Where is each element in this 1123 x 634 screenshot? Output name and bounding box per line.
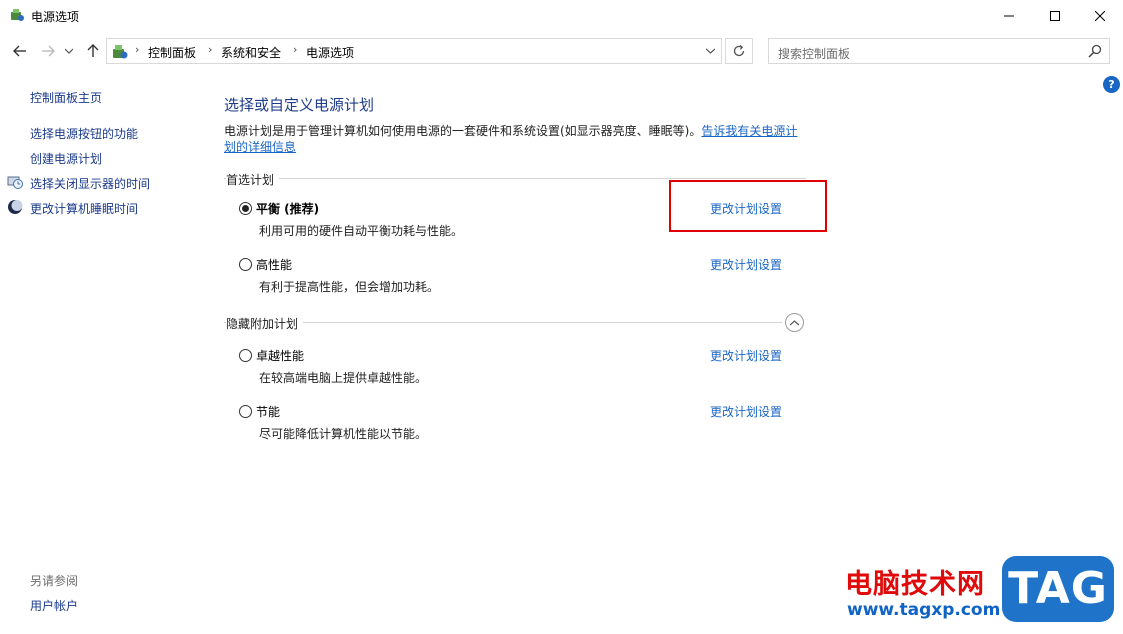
group-divider xyxy=(224,322,782,323)
back-button[interactable] xyxy=(10,41,30,61)
change-plan-settings-link[interactable]: 更改计划设置 xyxy=(710,403,782,420)
search-box[interactable]: 搜索控制面板 xyxy=(768,38,1110,64)
power-options-icon xyxy=(11,9,24,21)
minimize-icon xyxy=(1004,15,1014,16)
breadcrumb-separator-icon: › xyxy=(135,43,140,56)
address-dropdown-button[interactable] xyxy=(699,40,721,62)
plan-power-saver: 节能 尽可能降低计算机性能以节能。 更改计划设置 xyxy=(239,401,814,441)
breadcrumb-separator-icon: › xyxy=(293,43,298,56)
minimize-button[interactable] xyxy=(986,0,1032,31)
arrow-left-icon xyxy=(13,45,26,57)
watermark-text: 电脑技术网 xyxy=(845,569,985,600)
chevron-down-icon xyxy=(65,48,73,54)
change-plan-settings-link[interactable]: 更改计划设置 xyxy=(710,256,782,273)
plan-high-performance-radio[interactable] xyxy=(239,258,252,271)
maximize-button[interactable] xyxy=(1032,0,1078,31)
plan-power-saver-radio[interactable] xyxy=(239,405,252,418)
plan-ultimate-performance: 卓越性能 在较高端电脑上提供卓越性能。 更改计划设置 xyxy=(239,345,814,385)
plan-description: 在较高端电脑上提供卓越性能。 xyxy=(259,371,428,385)
plan-description: 利用可用的硬件自动平衡功耗与性能。 xyxy=(259,224,464,238)
window-title: 电源选项 xyxy=(31,10,80,24)
breadcrumb-power-options[interactable]: 电源选项 xyxy=(306,44,354,61)
hidden-plans-title: 隐藏附加计划 xyxy=(226,315,304,332)
watermark-badge: TAG xyxy=(1002,556,1114,622)
plan-name[interactable]: 平衡 (推荐) xyxy=(256,200,319,217)
chevron-down-icon xyxy=(705,48,715,54)
breadcrumb-system-security[interactable]: 系统和安全 xyxy=(221,44,281,61)
title-bar: 电源选项 xyxy=(0,0,1123,31)
plan-name[interactable]: 卓越性能 xyxy=(256,347,304,364)
breadcrumb-control-panel[interactable]: 控制面板 xyxy=(148,44,196,61)
sidebar-item-create-plan[interactable]: 创建电源计划 xyxy=(30,150,102,167)
page-title: 选择或自定义电源计划 xyxy=(224,96,375,114)
moon-icon xyxy=(8,200,23,214)
refresh-icon xyxy=(733,44,745,57)
arrow-up-icon xyxy=(87,44,99,57)
sidebar-item-user-accounts[interactable]: 用户帐户 xyxy=(30,597,78,614)
close-icon xyxy=(1095,10,1105,21)
forward-button[interactable] xyxy=(38,41,58,61)
search-placeholder: 搜索控制面板 xyxy=(778,47,851,61)
watermark-url: www.tagxp.com xyxy=(847,600,1001,620)
recent-locations-button[interactable] xyxy=(62,41,76,61)
collapse-hidden-plans-button[interactable] xyxy=(785,313,804,332)
plan-description: 有利于提高性能，但会增加功耗。 xyxy=(259,280,440,294)
refresh-button[interactable] xyxy=(725,38,753,64)
see-also-title: 另请参阅 xyxy=(30,574,79,588)
sidebar-item-control-panel-home[interactable]: 控制面板主页 xyxy=(30,89,102,106)
address-row: › 控制面板 › 系统和安全 › 电源选项 搜索控制面板 xyxy=(0,36,1123,66)
description-text: 电源计划是用于管理计算机如何使用电源的一套硬件和系统设置(如显示器亮度、睡眠等)… xyxy=(224,124,702,138)
maximize-icon xyxy=(1050,10,1060,21)
plan-balanced-radio[interactable] xyxy=(239,202,252,215)
help-button[interactable]: ? xyxy=(1103,76,1120,93)
close-button[interactable] xyxy=(1077,0,1123,31)
group-divider xyxy=(224,178,806,179)
arrow-right-icon xyxy=(42,45,55,57)
plan-name[interactable]: 高性能 xyxy=(256,256,292,273)
monitor-clock-icon xyxy=(7,176,23,189)
control-panel-icon xyxy=(113,45,128,59)
sidebar-item-power-button[interactable]: 选择电源按钮的功能 xyxy=(30,125,138,142)
preferred-plans-title: 首选计划 xyxy=(226,171,280,188)
sidebar-item-sleep-time[interactable]: 更改计算机睡眠时间 xyxy=(30,200,138,217)
up-button[interactable] xyxy=(83,41,103,61)
page-description: 电源计划是用于管理计算机如何使用电源的一套硬件和系统设置(如显示器亮度、睡眠等)… xyxy=(224,123,804,155)
plan-high-performance: 高性能 有利于提高性能，但会增加功耗。 更改计划设置 xyxy=(239,254,814,294)
sidebar: 控制面板主页 选择电源按钮的功能 创建电源计划 选择关闭显示器的时间 更改计算机… xyxy=(0,80,200,634)
breadcrumb-separator-icon: › xyxy=(208,43,213,56)
sidebar-item-display-off[interactable]: 选择关闭显示器的时间 xyxy=(30,175,150,192)
address-bar[interactable]: › 控制面板 › 系统和安全 › 电源选项 xyxy=(106,38,722,64)
chevron-up-icon xyxy=(790,319,799,325)
search-icon xyxy=(1088,44,1102,58)
plan-ultimate-performance-radio[interactable] xyxy=(239,349,252,362)
plan-name[interactable]: 节能 xyxy=(256,403,280,420)
plan-description: 尽可能降低计算机性能以节能。 xyxy=(259,427,428,441)
change-plan-settings-link[interactable]: 更改计划设置 xyxy=(710,347,782,364)
highlight-box xyxy=(669,180,827,232)
